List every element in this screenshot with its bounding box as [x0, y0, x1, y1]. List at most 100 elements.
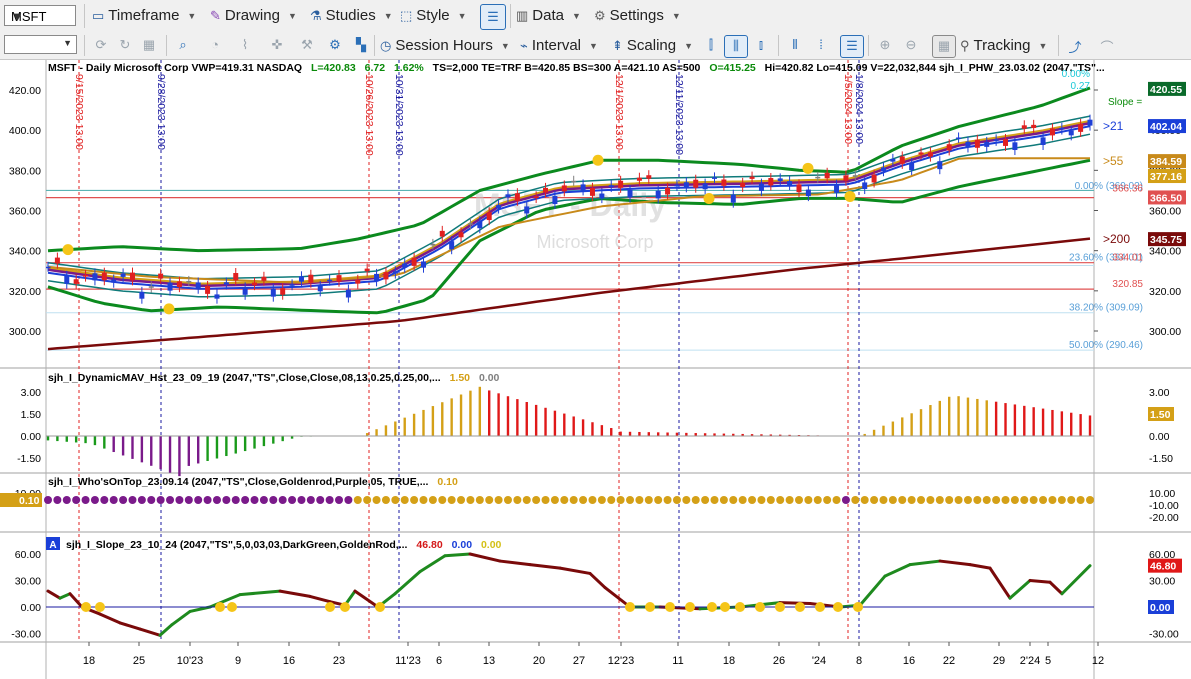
- price-bar[interactable]: [270, 288, 276, 297]
- price-bar[interactable]: [777, 178, 783, 182]
- price-bar[interactable]: [64, 275, 70, 284]
- price-bar[interactable]: [674, 184, 680, 187]
- price-bar[interactable]: [571, 180, 577, 183]
- price-bar[interactable]: [205, 285, 211, 294]
- price-bar[interactable]: [261, 276, 267, 281]
- symbol-input[interactable]: MSFT ▼: [4, 5, 76, 26]
- price-bar[interactable]: [83, 274, 89, 277]
- price-bar[interactable]: [965, 141, 971, 148]
- price-bar[interactable]: [946, 144, 952, 151]
- chart-area[interactable]: 0.00% (369.02)23.60% (334.01)38.20% (309…: [0, 60, 1191, 679]
- price-bar[interactable]: [420, 261, 426, 268]
- price-bar[interactable]: [449, 241, 455, 250]
- price-bar[interactable]: [552, 196, 558, 204]
- price-bar[interactable]: [655, 190, 661, 199]
- price-bar[interactable]: [327, 279, 333, 282]
- candlestick-toggle[interactable]: ⫼: [724, 35, 748, 58]
- price-bar[interactable]: [148, 286, 154, 288]
- price-bar[interactable]: [927, 152, 933, 157]
- price-bar[interactable]: [1040, 137, 1046, 145]
- price-bar[interactable]: [815, 176, 821, 179]
- chart-layout-button[interactable]: ☰: [480, 4, 506, 30]
- price-bar[interactable]: [158, 273, 164, 279]
- tiles-icon[interactable]: ▚: [352, 37, 370, 53]
- price-bar[interactable]: [805, 189, 811, 197]
- refresh-icon[interactable]: ⟳: [92, 37, 110, 53]
- price-bar[interactable]: [993, 139, 999, 141]
- price-bar[interactable]: [646, 175, 652, 179]
- price-bar[interactable]: [486, 212, 492, 221]
- price-bar[interactable]: [280, 288, 286, 295]
- price-bar[interactable]: [223, 282, 229, 285]
- price-bar[interactable]: [120, 273, 126, 277]
- price-bar[interactable]: [665, 187, 671, 195]
- studies-icon[interactable]: ⚙: [326, 37, 344, 53]
- price-bar[interactable]: [758, 183, 764, 191]
- price-bar[interactable]: [289, 284, 295, 286]
- gauge-icon[interactable]: ◔: [206, 37, 224, 52]
- price-bar[interactable]: [768, 178, 774, 186]
- price-bar[interactable]: [1068, 130, 1074, 136]
- chart-icon[interactable]: ⌇: [236, 37, 254, 53]
- interval-button[interactable]: ⌁ Interval ▼: [520, 37, 598, 54]
- zoom-out-bars-icon[interactable]: ⁞: [812, 37, 830, 52]
- price-bar[interactable]: [909, 162, 915, 171]
- price-bar[interactable]: [974, 139, 980, 148]
- reload-icon[interactable]: ↻: [116, 37, 134, 53]
- price-bar[interactable]: [355, 279, 361, 284]
- price-bar[interactable]: [73, 279, 79, 284]
- price-bar[interactable]: [561, 185, 567, 192]
- price-bar[interactable]: [92, 273, 98, 281]
- settings-button[interactable]: ⚙ Settings ▼: [594, 7, 681, 24]
- layout-toggle[interactable]: ☰: [840, 35, 864, 58]
- price-bar[interactable]: [533, 196, 539, 199]
- price-bar[interactable]: [252, 282, 258, 286]
- price-bar[interactable]: [411, 257, 417, 266]
- price-bar[interactable]: [336, 275, 342, 282]
- price-bar[interactable]: [298, 276, 304, 282]
- price-bar[interactable]: [439, 230, 445, 237]
- price-bar[interactable]: [580, 184, 586, 191]
- price-bar[interactable]: [589, 187, 595, 196]
- price-bar[interactable]: [317, 285, 323, 292]
- grid-icon[interactable]: ▦: [140, 37, 158, 53]
- price-bar[interactable]: [233, 273, 239, 281]
- session-hours-button[interactable]: ◷ Session Hours ▼: [380, 37, 510, 54]
- price-bar[interactable]: [101, 272, 107, 281]
- price-bar[interactable]: [430, 243, 436, 246]
- price-bar[interactable]: [543, 187, 549, 193]
- price-bar[interactable]: [129, 272, 135, 281]
- chart-analysis-icon[interactable]: ⌒: [1098, 37, 1116, 56]
- trend-add-icon[interactable]: ⤴: [1066, 37, 1084, 56]
- data-button[interactable]: ▥ Data ▼: [516, 7, 581, 24]
- hollow-candle-icon[interactable]: ⫾: [752, 37, 770, 53]
- price-bar[interactable]: [918, 152, 924, 155]
- drawing-button[interactable]: ✎ Drawing ▼: [210, 7, 297, 24]
- price-bar[interactable]: [458, 232, 464, 238]
- price-bar[interactable]: [608, 185, 614, 188]
- style-button[interactable]: ⬚ Style ▼: [400, 7, 467, 24]
- price-bar[interactable]: [496, 205, 502, 209]
- price-bar[interactable]: [1031, 124, 1037, 128]
- price-bar[interactable]: [693, 179, 699, 188]
- price-bar[interactable]: [477, 221, 483, 229]
- price-bar[interactable]: [636, 177, 642, 181]
- price-bar[interactable]: [1021, 125, 1027, 129]
- price-bar[interactable]: [862, 182, 868, 190]
- workspace-select[interactable]: ▼: [4, 35, 77, 54]
- zoom-in-icon[interactable]: ⊕: [876, 37, 894, 53]
- zoom-data-icon[interactable]: ⌕: [174, 37, 192, 53]
- price-bar[interactable]: [308, 274, 314, 283]
- price-bar[interactable]: [524, 206, 530, 214]
- price-bar[interactable]: [186, 280, 192, 283]
- price-bar[interactable]: [712, 177, 718, 179]
- tracking-button[interactable]: ⚲ Tracking ▼: [960, 37, 1047, 54]
- price-bar[interactable]: [392, 271, 398, 274]
- price-bar[interactable]: [1087, 119, 1093, 126]
- price-bar[interactable]: [843, 175, 849, 181]
- price-bar[interactable]: [834, 184, 840, 193]
- price-bar[interactable]: [899, 156, 905, 164]
- timeframe-button[interactable]: ▭ Timeframe ▼: [92, 7, 196, 24]
- price-bar[interactable]: [1012, 142, 1018, 151]
- price-bar[interactable]: [730, 194, 736, 203]
